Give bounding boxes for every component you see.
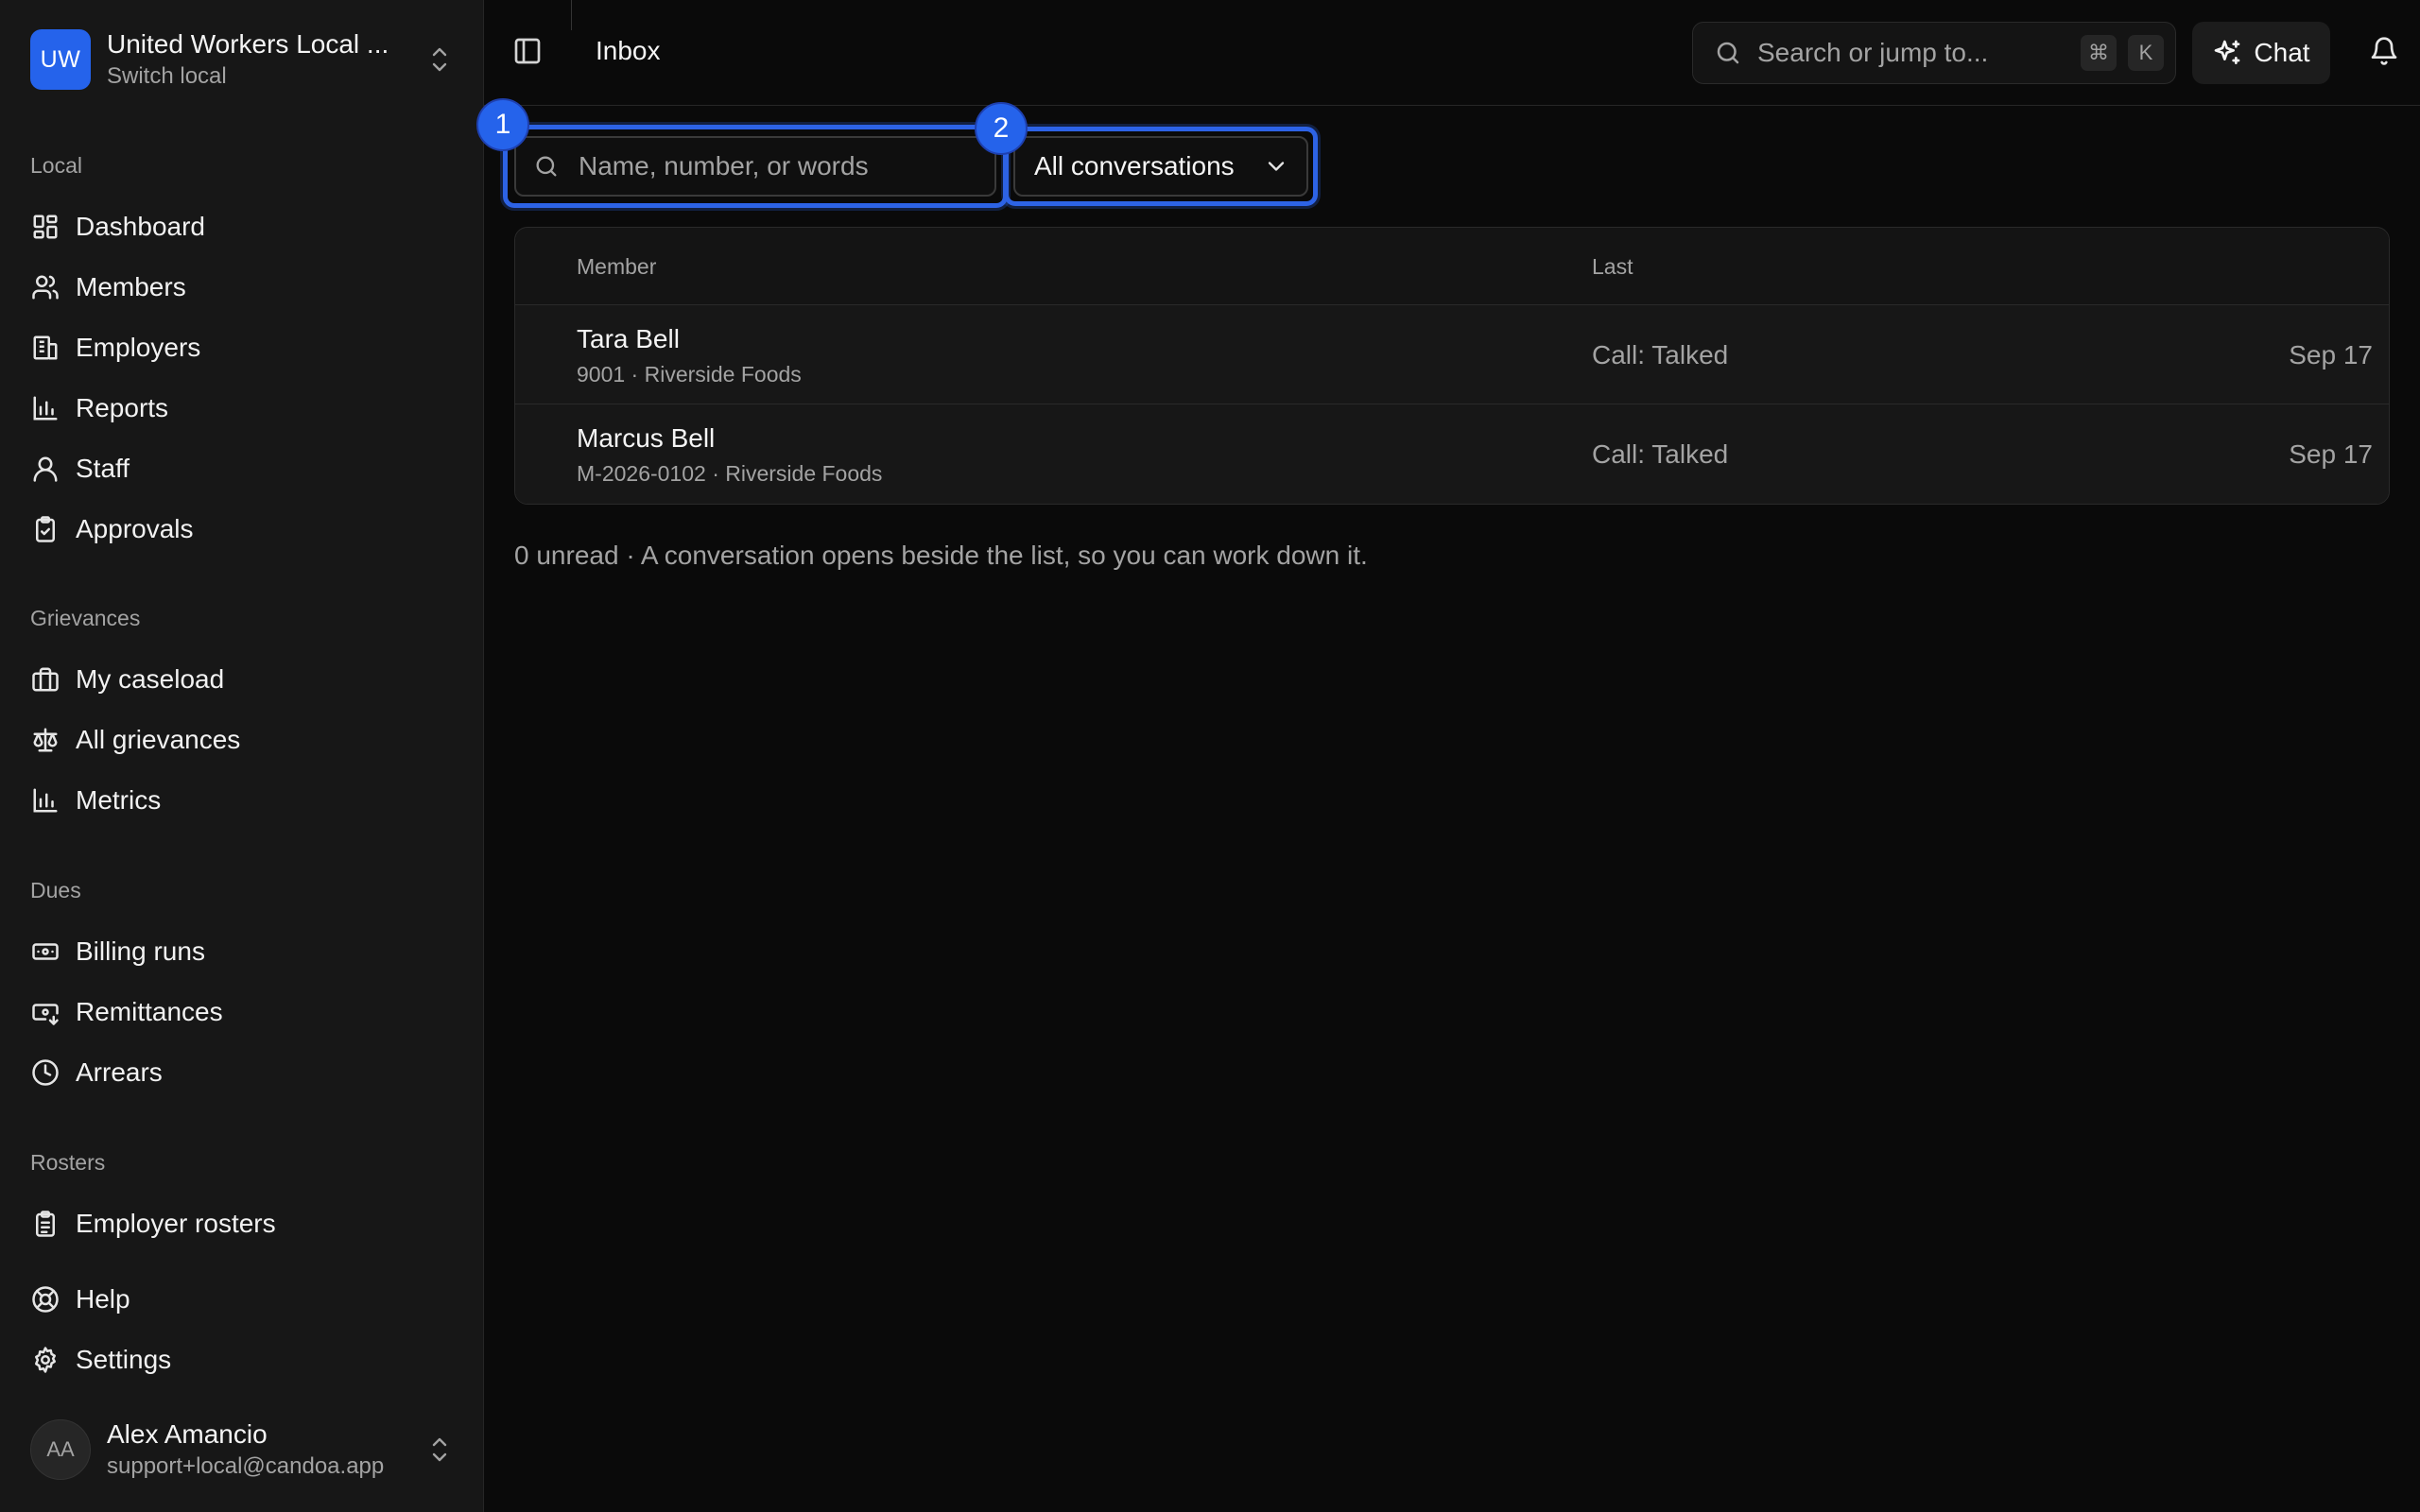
bar-chart-icon <box>30 393 60 423</box>
sidebar-item-members[interactable]: Members <box>15 261 469 314</box>
chat-button[interactable]: Chat <box>2192 22 2330 84</box>
banknote-arrow-icon <box>30 997 60 1027</box>
section-label-dues: Dues <box>30 878 81 902</box>
org-switcher[interactable]: UW United Workers Local ... Switch local <box>30 28 454 91</box>
last-activity: Call: Talked <box>1592 439 1729 469</box>
sidebar-item-all-grievances[interactable]: All grievances <box>15 713 469 766</box>
org-subtitle: Switch local <box>107 63 227 89</box>
sidebar-item-employers[interactable]: Employers <box>15 321 469 374</box>
top-bar: Inbox Search or jump to... ⌘ K Chat <box>484 0 2420 106</box>
global-search-placeholder: Search or jump to... <box>1757 38 1989 67</box>
clipboard-list-icon <box>30 1209 60 1239</box>
user-email: support+local@candoa.app <box>107 1453 385 1479</box>
sidebar-item-staff[interactable]: Staff <box>15 442 469 495</box>
chat-label: Chat <box>2254 38 2310 67</box>
sidebar-item-label: Employer rosters <box>76 1209 276 1238</box>
sidebar-item-label: All grievances <box>76 725 241 754</box>
sidebar-item-label: Reports <box>76 393 169 422</box>
sidebar-item-label: Settings <box>76 1345 172 1374</box>
banknote-icon <box>30 936 60 967</box>
sidebar-item-label: Arrears <box>76 1057 163 1087</box>
section-label-grievances: Grievances <box>30 606 141 630</box>
sidebar-item-metrics[interactable]: Metrics <box>15 774 469 827</box>
sidebar-item-label: Employers <box>76 333 201 362</box>
sidebar-item-approvals[interactable]: Approvals <box>15 503 469 556</box>
annotation-badge-2: 2 <box>975 102 1028 155</box>
section-label-local: Local <box>30 153 82 178</box>
gear-icon <box>30 1345 60 1375</box>
sidebar-item-label: My caseload <box>76 664 225 694</box>
sidebar-item-employer-rosters[interactable]: Employer rosters <box>15 1197 469 1250</box>
column-header-last: Last <box>1592 254 1634 279</box>
table-row[interactable]: Tara Bell 9001 · Riverside Foods Call: T… <box>515 305 2389 404</box>
user-menu[interactable]: AA Alex Amancio support+local@candoa.app <box>30 1418 454 1482</box>
user-icon <box>30 454 60 484</box>
inbox-table: Member Last Tara Bell 9001 · Riverside F… <box>514 227 2390 505</box>
last-date: Sep 17 <box>2289 439 2373 469</box>
sidebar-item-help[interactable]: Help <box>15 1273 469 1326</box>
conversation-filter-select[interactable]: All conversations <box>1013 136 1308 197</box>
clipboard-check-icon <box>30 514 60 544</box>
global-search[interactable]: Search or jump to... ⌘ K <box>1692 22 2176 84</box>
sidebar-item-my-caseload[interactable]: My caseload <box>15 653 469 706</box>
section-label-rosters: Rosters <box>30 1150 106 1175</box>
briefcase-icon <box>30 664 60 695</box>
life-buoy-icon <box>30 1284 60 1314</box>
table-header: Member Last <box>515 228 2389 305</box>
users-icon <box>30 272 60 302</box>
sidebar-item-settings[interactable]: Settings <box>15 1333 469 1386</box>
scale-icon <box>30 725 60 755</box>
sidebar-item-label: Approvals <box>76 514 194 543</box>
sidebar-item-reports[interactable]: Reports <box>15 382 469 435</box>
sparkles-icon <box>2212 38 2242 68</box>
inbox-search-field[interactable] <box>514 136 996 197</box>
avatar: AA <box>30 1419 91 1480</box>
page-title: Inbox <box>596 36 661 65</box>
bell-icon[interactable] <box>2369 36 2401 68</box>
sidebar-item-label: Dashboard <box>76 212 205 241</box>
sidebar-item-billing-runs[interactable]: Billing runs <box>15 925 469 978</box>
column-header-member: Member <box>577 254 657 279</box>
table-row[interactable]: Marcus Bell M-2026-0102 · Riverside Food… <box>515 404 2389 504</box>
divider <box>571 0 572 30</box>
sidebar-item-label: Remittances <box>76 997 223 1026</box>
dashboard-icon <box>30 212 60 242</box>
inbox-status-note: 0 unread · A conversation opens beside t… <box>514 541 1368 570</box>
chevrons-up-down-icon <box>425 1431 454 1469</box>
inbox-search-input[interactable] <box>577 138 994 195</box>
last-activity: Call: Talked <box>1592 340 1729 369</box>
chevron-down-icon <box>1263 153 1289 180</box>
shortcut-command-key: ⌘ <box>2081 35 2117 71</box>
search-icon <box>1714 39 1742 67</box>
annotation-badge-1: 1 <box>476 98 529 151</box>
user-name: Alex Amancio <box>107 1419 268 1449</box>
sidebar-item-dashboard[interactable]: Dashboard <box>15 200 469 253</box>
chevrons-up-down-icon <box>425 41 454 78</box>
conversation-filter-value: All conversations <box>1034 151 1235 180</box>
sidebar-item-label: Staff <box>76 454 130 483</box>
sidebar-toggle-icon[interactable] <box>512 36 546 70</box>
sidebar-item-label: Help <box>76 1284 130 1314</box>
search-icon <box>533 153 560 180</box>
last-date: Sep 17 <box>2289 340 2373 369</box>
member-name: Tara Bell <box>577 324 680 353</box>
sidebar-item-label: Members <box>76 272 186 301</box>
sidebar-item-remittances[interactable]: Remittances <box>15 986 469 1039</box>
sidebar-item-arrears[interactable]: Arrears <box>15 1046 469 1099</box>
bar-chart-icon <box>30 785 60 816</box>
clock-icon <box>30 1057 60 1088</box>
org-name: United Workers Local ... <box>107 29 389 59</box>
sidebar: UW United Workers Local ... Switch local… <box>0 0 484 1512</box>
member-details: M-2026-0102 · Riverside Foods <box>577 461 883 486</box>
sidebar-item-label: Metrics <box>76 785 162 815</box>
sidebar-item-label: Billing runs <box>76 936 205 966</box>
member-name: Marcus Bell <box>577 423 716 453</box>
org-avatar: UW <box>30 29 91 90</box>
shortcut-k-key: K <box>2128 35 2164 71</box>
member-details: 9001 · Riverside Foods <box>577 362 802 387</box>
building-icon <box>30 333 60 363</box>
